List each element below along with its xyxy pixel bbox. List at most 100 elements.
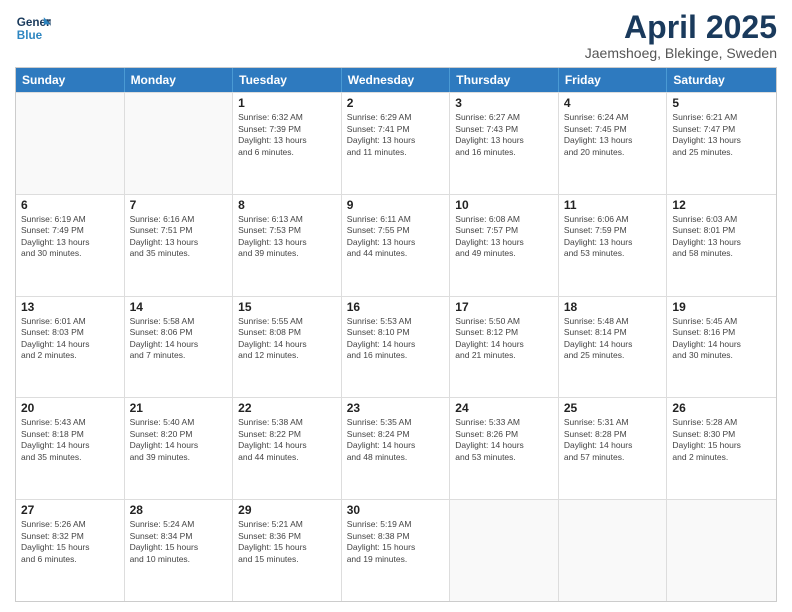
cell-details: Sunrise: 5:53 AMSunset: 8:10 PMDaylight:… [347,316,445,362]
cell-details: Sunrise: 5:50 AMSunset: 8:12 PMDaylight:… [455,316,553,362]
calendar: SundayMondayTuesdayWednesdayThursdayFrid… [15,67,777,602]
calendar-row-1: 6 Sunrise: 6:19 AMSunset: 7:49 PMDaylight… [16,194,776,296]
empty-cell-4-6 [667,500,776,601]
day-number: 27 [21,503,119,517]
main-title: April 2025 [585,10,777,45]
day-number: 19 [672,300,771,314]
cell-details: Sunrise: 5:31 AMSunset: 8:28 PMDaylight:… [564,417,662,463]
day-number: 24 [455,401,553,415]
empty-cell-4-5 [559,500,668,601]
day-header-saturday: Saturday [667,68,776,92]
cell-details: Sunrise: 5:19 AMSunset: 8:38 PMDaylight:… [347,519,445,565]
day-number: 25 [564,401,662,415]
cell-details: Sunrise: 6:32 AMSunset: 7:39 PMDaylight:… [238,112,336,158]
day-header-wednesday: Wednesday [342,68,451,92]
day-cell-30: 30 Sunrise: 5:19 AMSunset: 8:38 PMDayligh… [342,500,451,601]
day-cell-4: 4Sunrise: 6:24 AMSunset: 7:45 PMDaylight… [559,93,668,194]
day-number: 18 [564,300,662,314]
day-cell-7: 7 Sunrise: 6:16 AMSunset: 7:51 PMDaylight… [125,195,234,296]
day-header-sunday: Sunday [16,68,125,92]
day-cell-11: 11 Sunrise: 6:06 AMSunset: 7:59 PMDayligh… [559,195,668,296]
day-number: 14 [130,300,228,314]
day-number: 20 [21,401,119,415]
day-cell-8: 8Sunrise: 6:13 AMSunset: 7:53 PMDaylight… [233,195,342,296]
svg-text:Blue: Blue [17,29,43,42]
logo-icon: General Blue [15,10,51,46]
cell-details: Sunrise: 6:11 AMSunset: 7:55 PMDaylight:… [347,214,445,260]
day-number: 8 [238,198,336,212]
day-cell-26: 26Sunrise: 5:28 AMSunset: 8:30 PMDayligh… [667,398,776,499]
day-number: 2 [347,96,445,110]
calendar-row-0: 1 Sunrise: 6:32 AMSunset: 7:39 PMDaylight… [16,92,776,194]
day-cell-12: 12Sunrise: 6:03 AMSunset: 8:01 PMDayligh… [667,195,776,296]
cell-details: Sunrise: 5:48 AMSunset: 8:14 PMDaylight:… [564,316,662,362]
day-cell-14: 14 Sunrise: 5:58 AMSunset: 8:06 PMDayligh… [125,297,234,398]
cell-details: Sunrise: 6:27 AMSunset: 7:43 PMDaylight:… [455,112,553,158]
cell-details: Sunrise: 5:43 AMSunset: 8:18 PMDaylight:… [21,417,119,463]
cell-details: Sunrise: 6:01 AMSunset: 8:03 PMDaylight:… [21,316,119,362]
day-number: 4 [564,96,662,110]
day-cell-15: 15 Sunrise: 5:55 AMSunset: 8:08 PMDayligh… [233,297,342,398]
day-cell-28: 28Sunrise: 5:24 AMSunset: 8:34 PMDayligh… [125,500,234,601]
day-cell-16: 16Sunrise: 5:53 AMSunset: 8:10 PMDayligh… [342,297,451,398]
day-cell-27: 27 Sunrise: 5:26 AMSunset: 8:32 PMDayligh… [16,500,125,601]
day-cell-22: 22 Sunrise: 5:38 AMSunset: 8:22 PMDayligh… [233,398,342,499]
title-block: April 2025 Jaemshoeg, Blekinge, Sweden [585,10,777,61]
day-number: 17 [455,300,553,314]
cell-details: Sunrise: 5:55 AMSunset: 8:08 PMDaylight:… [238,316,336,362]
cell-details: Sunrise: 5:35 AMSunset: 8:24 PMDaylight:… [347,417,445,463]
cell-details: Sunrise: 5:40 AMSunset: 8:20 PMDaylight:… [130,417,228,463]
day-number: 28 [130,503,228,517]
calendar-row-3: 20 Sunrise: 5:43 AMSunset: 8:18 PMDayligh… [16,397,776,499]
page: General Blue April 2025 Jaemshoeg, Bleki… [0,0,792,612]
cell-details: Sunrise: 6:21 AMSunset: 7:47 PMDaylight:… [672,112,771,158]
day-header-friday: Friday [559,68,668,92]
header: General Blue April 2025 Jaemshoeg, Bleki… [15,10,777,61]
day-cell-20: 20 Sunrise: 5:43 AMSunset: 8:18 PMDayligh… [16,398,125,499]
day-header-monday: Monday [125,68,234,92]
day-cell-18: 18 Sunrise: 5:48 AMSunset: 8:14 PMDayligh… [559,297,668,398]
day-number: 1 [238,96,336,110]
day-number: 22 [238,401,336,415]
day-cell-1: 1 Sunrise: 6:32 AMSunset: 7:39 PMDaylight… [233,93,342,194]
day-number: 15 [238,300,336,314]
day-number: 23 [347,401,445,415]
cell-details: Sunrise: 5:26 AMSunset: 8:32 PMDaylight:… [21,519,119,565]
day-number: 5 [672,96,771,110]
day-number: 21 [130,401,228,415]
day-number: 11 [564,198,662,212]
day-cell-2: 2 Sunrise: 6:29 AMSunset: 7:41 PMDaylight… [342,93,451,194]
day-number: 13 [21,300,119,314]
cell-details: Sunrise: 6:29 AMSunset: 7:41 PMDaylight:… [347,112,445,158]
day-number: 9 [347,198,445,212]
day-cell-21: 21 Sunrise: 5:40 AMSunset: 8:20 PMDayligh… [125,398,234,499]
calendar-header: SundayMondayTuesdayWednesdayThursdayFrid… [16,68,776,92]
day-cell-6: 6 Sunrise: 6:19 AMSunset: 7:49 PMDaylight… [16,195,125,296]
cell-details: Sunrise: 6:19 AMSunset: 7:49 PMDaylight:… [21,214,119,260]
calendar-body: 1 Sunrise: 6:32 AMSunset: 7:39 PMDaylight… [16,92,776,601]
cell-details: Sunrise: 5:38 AMSunset: 8:22 PMDaylight:… [238,417,336,463]
day-cell-23: 23 Sunrise: 5:35 AMSunset: 8:24 PMDayligh… [342,398,451,499]
logo: General Blue [15,10,51,46]
subtitle: Jaemshoeg, Blekinge, Sweden [585,45,777,61]
calendar-row-2: 13 Sunrise: 6:01 AMSunset: 8:03 PMDayligh… [16,296,776,398]
day-number: 7 [130,198,228,212]
day-cell-17: 17 Sunrise: 5:50 AMSunset: 8:12 PMDayligh… [450,297,559,398]
day-number: 6 [21,198,119,212]
day-number: 30 [347,503,445,517]
day-number: 12 [672,198,771,212]
empty-cell-0-1 [125,93,234,194]
cell-details: Sunrise: 5:33 AMSunset: 8:26 PMDaylight:… [455,417,553,463]
day-cell-19: 19 Sunrise: 5:45 AMSunset: 8:16 PMDayligh… [667,297,776,398]
cell-details: Sunrise: 5:58 AMSunset: 8:06 PMDaylight:… [130,316,228,362]
day-cell-5: 5 Sunrise: 6:21 AMSunset: 7:47 PMDaylight… [667,93,776,194]
day-cell-3: 3Sunrise: 6:27 AMSunset: 7:43 PMDaylight… [450,93,559,194]
day-cell-13: 13 Sunrise: 6:01 AMSunset: 8:03 PMDayligh… [16,297,125,398]
day-cell-10: 10Sunrise: 6:08 AMSunset: 7:57 PMDayligh… [450,195,559,296]
cell-details: Sunrise: 5:45 AMSunset: 8:16 PMDaylight:… [672,316,771,362]
calendar-row-4: 27 Sunrise: 5:26 AMSunset: 8:32 PMDayligh… [16,499,776,601]
day-number: 26 [672,401,771,415]
cell-details: Sunrise: 6:16 AMSunset: 7:51 PMDaylight:… [130,214,228,260]
day-number: 29 [238,503,336,517]
cell-details: Sunrise: 6:06 AMSunset: 7:59 PMDaylight:… [564,214,662,260]
